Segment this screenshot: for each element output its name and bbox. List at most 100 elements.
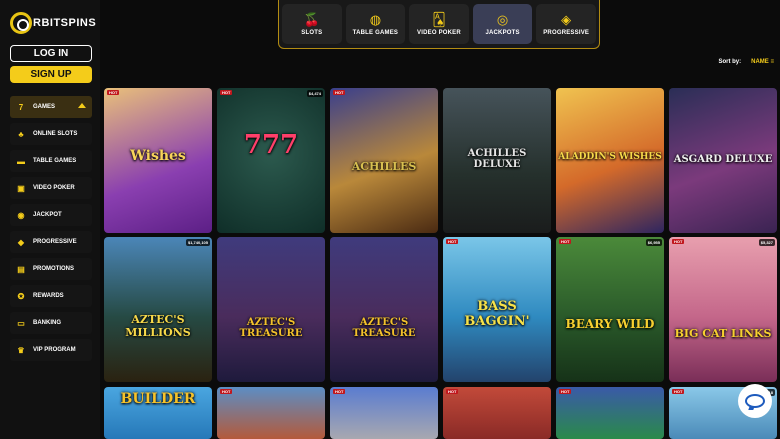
hot-badge: HOT [446, 239, 459, 244]
seven-icon: 7 [18, 102, 24, 112]
game-title: ACHILLES [351, 160, 417, 173]
game-tile[interactable]: HOT $5,327 BIG CAT LINKS [669, 237, 777, 382]
game-title: ACHILLES DELUXE [467, 148, 527, 170]
sort-control[interactable]: Sort by: NAME ≡ [718, 59, 774, 65]
sidebar-item-label: VIDEO POKER [33, 185, 75, 191]
signup-button[interactable]: SIGN UP [10, 66, 92, 83]
tab-jackpots[interactable]: ◎ JACKPOTS [472, 4, 533, 44]
tab-video-poker[interactable]: 🂡 VIDEO POKER [409, 4, 469, 44]
game-tile[interactable]: HOT $6,955 BEARY WILD [556, 237, 664, 382]
sidebar-item-progressive[interactable]: ◆ PROGRESSIVE [10, 231, 92, 253]
game-title: AZTEC'S TREASURE [239, 317, 303, 339]
game-tile[interactable]: BUILDER [104, 387, 212, 439]
sidebar-item-label: PROGRESSIVE [33, 239, 77, 245]
sidebar-item-label: REWARDS [33, 293, 64, 299]
hot-badge: HOT [220, 90, 233, 95]
cherries-icon: 🍒 [303, 12, 320, 27]
tab-label: PROGRESSIVE [543, 30, 590, 36]
sidebar-nav: 7 GAMES ♣ ONLINE SLOTS ▬ TABLE GAMES ▣ VIDEO PO… [10, 96, 92, 366]
cards-icon: ▣ [17, 183, 25, 193]
sidebar-item-online-slots[interactable]: ♣ ONLINE SLOTS [10, 123, 92, 145]
jackpot-coin-icon: ◎ [496, 12, 509, 27]
sidebar-item-jackpot[interactable]: ◉ JACKPOT [10, 204, 92, 226]
game-title: Wishes [130, 148, 186, 164]
logo-o-icon [10, 12, 32, 34]
tab-table-games[interactable]: ◍ TABLE GAMES [345, 4, 406, 44]
tab-label: SLOTS [301, 30, 323, 36]
jackpot-amount: $5,327 [758, 239, 775, 246]
game-tile[interactable]: AZTEC'S TREASURE [330, 237, 438, 382]
game-tile[interactable]: AZTEC'S TREASURE [217, 237, 325, 382]
sidebar-item-label: PROMOTIONS [33, 266, 75, 272]
logo-text: RBITSPINS [33, 17, 97, 29]
hot-badge: HOT [107, 90, 120, 95]
game-title: BIG CAT LINKS [674, 327, 772, 340]
hot-badge: HOT [672, 389, 685, 394]
game-tile[interactable]: HOT BASS BAGGIN' [443, 237, 551, 382]
medal-icon: ✪ [17, 291, 25, 301]
sort-label: Sort by: [718, 59, 742, 65]
brand-logo[interactable]: RBITSPINS [10, 11, 96, 35]
chips-icon: ▬ [17, 156, 25, 166]
chips-icon: ◍ [369, 12, 382, 27]
sidebar-item-label: BANKING [33, 320, 61, 326]
sidebar-item-label: ONLINE SLOTS [33, 131, 78, 137]
game-tile[interactable]: HOT [217, 387, 325, 439]
game-tile[interactable]: ALADDIN'S WISHES [556, 88, 664, 233]
game-title: AZTEC'S TREASURE [352, 317, 416, 339]
game-tile[interactable]: HOT [443, 387, 551, 439]
game-tile[interactable]: HOT [330, 387, 438, 439]
category-tabs: 🍒 SLOTS ◍ TABLE GAMES 🂡 VIDEO POKER ◎ JACKPOTS ◈… [278, 0, 600, 49]
hot-badge: HOT [559, 239, 572, 244]
sidebar-item-rewards[interactable]: ✪ REWARDS [10, 285, 92, 307]
login-button[interactable]: LOG IN [10, 45, 92, 62]
hot-badge: HOT [220, 389, 233, 394]
hot-badge: HOT [559, 389, 572, 394]
sidebar-item-label: TABLE GAMES [33, 158, 77, 164]
card-icon: ▭ [17, 318, 25, 328]
tab-label: VIDEO POKER [417, 30, 461, 36]
game-title: 777 [243, 130, 299, 160]
sidebar-item-label: GAMES [33, 104, 56, 110]
sidebar-item-table-games[interactable]: ▬ TABLE GAMES [10, 150, 92, 172]
jackpot-amount: $4,474 [306, 90, 323, 97]
gift-icon: ▤ [17, 264, 25, 274]
jackpot-amount: $1,740,105 [185, 239, 210, 246]
hot-badge: HOT [333, 389, 346, 394]
chat-bubble-icon [745, 394, 765, 408]
game-title: AZTEC'S MILLIONS [125, 313, 191, 339]
game-tile[interactable]: $1,740,105 AZTEC'S MILLIONS [104, 237, 212, 382]
main-content: 🍒 SLOTS ◍ TABLE GAMES 🂡 VIDEO POKER ◎ JACKPOTS ◈… [100, 0, 780, 439]
hot-badge: HOT [672, 239, 685, 244]
chat-button[interactable] [738, 384, 772, 418]
sidebar-item-label: VIP PROGRAM [33, 347, 76, 353]
game-tile[interactable]: ACHILLES DELUXE [443, 88, 551, 233]
sidebar-item-games[interactable]: 7 GAMES [10, 96, 92, 118]
hot-badge: HOT [333, 90, 346, 95]
sidebar: RBITSPINS LOG IN SIGN UP 7 GAMES ♣ ONLINE S… [0, 0, 100, 439]
sidebar-item-video-poker[interactable]: ▣ VIDEO POKER [10, 177, 92, 199]
tab-slots[interactable]: 🍒 SLOTS [282, 4, 342, 44]
game-title: BUILDER [120, 391, 196, 407]
sidebar-item-banking[interactable]: ▭ BANKING [10, 312, 92, 334]
sidebar-item-vip-program[interactable]: ♛ VIP PROGRAM [10, 339, 92, 361]
tab-label: TABLE GAMES [352, 30, 399, 36]
game-tile[interactable]: HOT $4,474 777 [217, 88, 325, 233]
tab-progressive[interactable]: ◈ PROGRESSIVE [536, 4, 596, 44]
tab-label: JACKPOTS [485, 30, 520, 36]
crown-icon: ♛ [17, 345, 25, 355]
game-tile[interactable]: HOT [556, 387, 664, 439]
layers-icon: ◈ [561, 12, 572, 27]
game-tile[interactable]: HOT Wishes [104, 88, 212, 233]
sidebar-item-promotions[interactable]: ▤ PROMOTIONS [10, 258, 92, 280]
jackpot-amount: $6,955 [645, 239, 662, 246]
game-tile[interactable]: ASGARD DELUXE [669, 88, 777, 233]
layers-icon: ◆ [17, 237, 25, 247]
sort-icon: ≡ [770, 59, 774, 65]
sort-value[interactable]: NAME ≡ [751, 59, 774, 65]
cards-icon: 🂡 [432, 12, 446, 27]
game-title: BASS BAGGIN' [464, 299, 530, 329]
game-tile[interactable]: HOT ACHILLES [330, 88, 438, 233]
hot-badge: HOT [446, 389, 459, 394]
game-title: BEARY WILD [565, 317, 655, 331]
